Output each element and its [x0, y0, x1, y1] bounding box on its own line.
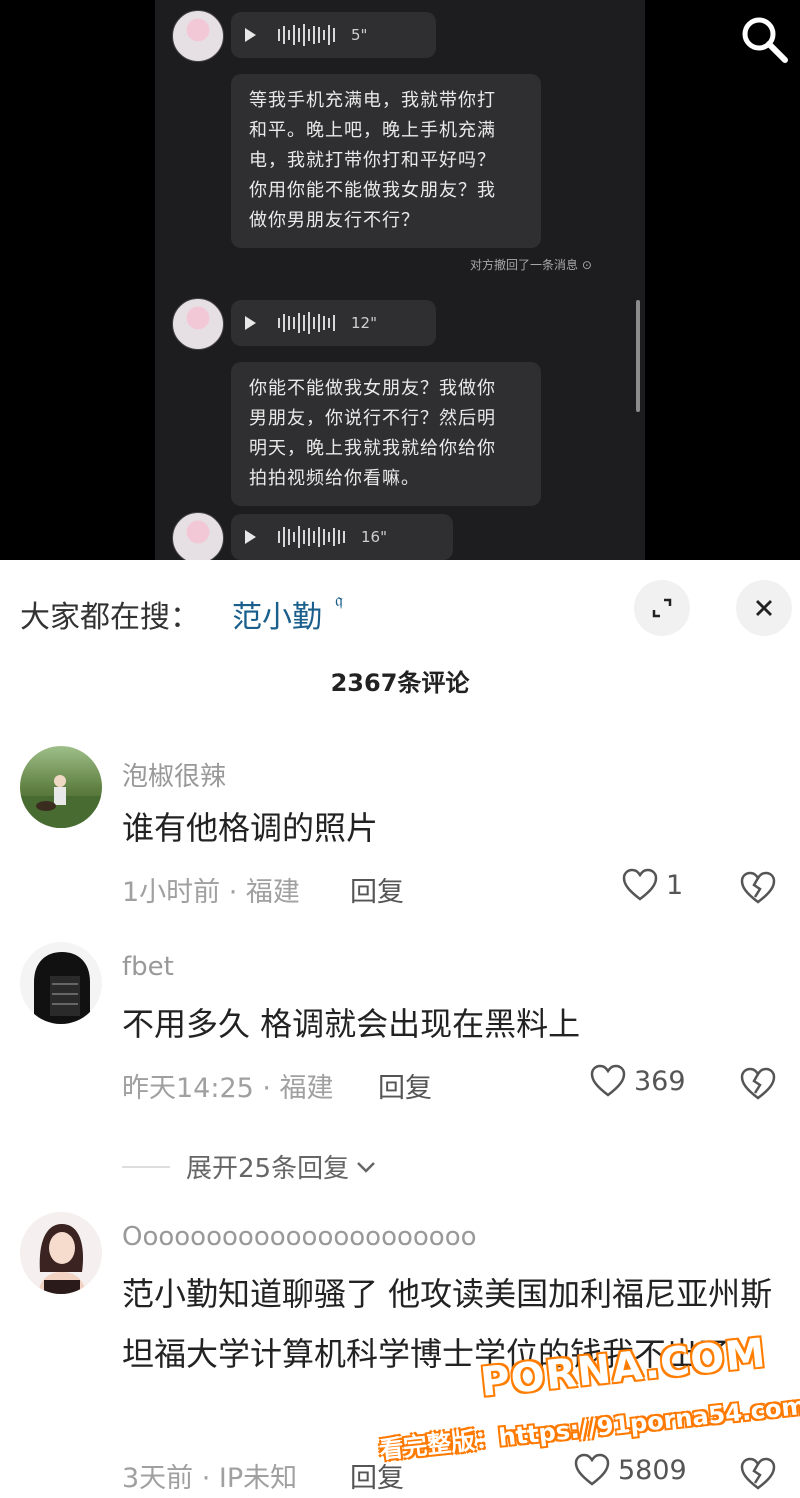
waveform-icon	[278, 525, 345, 549]
expand-icon	[652, 598, 672, 618]
heart-icon	[590, 1064, 626, 1097]
comment-count: 2367条评论	[330, 669, 470, 697]
play-icon	[245, 530, 256, 544]
expand-replies[interactable]: 展开25条回复	[122, 1148, 377, 1185]
like-button[interactable]: 369	[590, 1064, 686, 1098]
avatar-image	[20, 775, 102, 828]
voice-duration: 16"	[361, 528, 387, 546]
like-button[interactable]: 5809	[574, 1453, 687, 1487]
play-icon	[245, 316, 256, 330]
video-area[interactable]: 5" 等我手机充满电，我就带你打 和平。晚上吧，晚上手机充满 电，我就打带你打和…	[0, 0, 800, 560]
waveform-icon	[278, 23, 335, 47]
like-count: 369	[634, 1065, 686, 1097]
avatar	[172, 512, 224, 560]
avatar[interactable]	[20, 942, 102, 1024]
comment-meta: 3天前 · IP未知	[122, 1463, 298, 1494]
hot-search-label: 大家都在搜：	[20, 600, 200, 635]
reply-button[interactable]: 回复	[350, 870, 404, 909]
like-count: 5809	[618, 1454, 687, 1486]
avatar-image	[20, 1212, 102, 1294]
voice-message[interactable]: 5"	[231, 12, 436, 58]
comment-meta: 昨天14:25 · 福建	[122, 1073, 334, 1104]
search-icon[interactable]	[737, 12, 791, 66]
heart-icon	[622, 868, 658, 901]
broken-heart-icon[interactable]	[740, 1066, 776, 1102]
comment-author[interactable]: Oooooooooooooooooooooo	[122, 1222, 477, 1252]
recall-notice: 对方撤回了一条消息 ⊙	[470, 258, 592, 272]
comment-text: 不用多久 格调就会出现在黑料上	[122, 1005, 581, 1043]
voice-duration: 5"	[351, 26, 368, 44]
like-count: 1	[666, 869, 684, 901]
voice-duration: 12"	[351, 314, 377, 332]
comment-author[interactable]: 泡椒很辣	[122, 756, 226, 793]
expand-button[interactable]	[634, 580, 690, 636]
avatar[interactable]	[20, 1212, 102, 1294]
search-small-icon: 𝔮	[335, 590, 343, 611]
comment-text: 谁有他格调的照片	[122, 809, 379, 847]
heart-icon	[574, 1453, 610, 1486]
waveform-icon	[278, 311, 335, 335]
avatar	[172, 10, 224, 62]
voice-message[interactable]: 12"	[231, 300, 436, 346]
chat-screen: 5" 等我手机充满电，我就带你打 和平。晚上吧，晚上手机充满 电，我就打带你打和…	[155, 0, 645, 560]
chat-scrollbar	[636, 300, 640, 412]
play-icon	[245, 28, 256, 42]
comment-meta: 1小时前 · 福建	[122, 877, 300, 908]
reply-button[interactable]: 回复	[378, 1066, 432, 1105]
close-button[interactable]	[736, 580, 792, 636]
expand-replies-label: 展开25条回复	[186, 1154, 350, 1184]
voice-message[interactable]: 16"	[231, 514, 453, 560]
broken-heart-icon[interactable]	[740, 1456, 776, 1492]
avatar	[172, 298, 224, 350]
divider	[122, 1166, 170, 1168]
transcript-bubble: 你能不能做我女朋友？我做你 男朋友，你说行不行？然后明 明天，晚上我就我就给你给…	[231, 362, 541, 506]
avatar[interactable]	[20, 746, 102, 828]
hot-search-term[interactable]: 范小勤	[232, 592, 322, 636]
chevron-down-icon	[357, 1161, 375, 1173]
transcript-bubble: 等我手机充满电，我就带你打 和平。晚上吧，晚上手机充满 电，我就打带你打和平好吗…	[231, 74, 541, 248]
like-button[interactable]: 1	[622, 868, 683, 902]
close-icon	[756, 600, 772, 616]
comment-author[interactable]: fbet	[122, 952, 174, 982]
broken-heart-icon[interactable]	[740, 870, 776, 906]
avatar-image	[20, 942, 102, 1024]
